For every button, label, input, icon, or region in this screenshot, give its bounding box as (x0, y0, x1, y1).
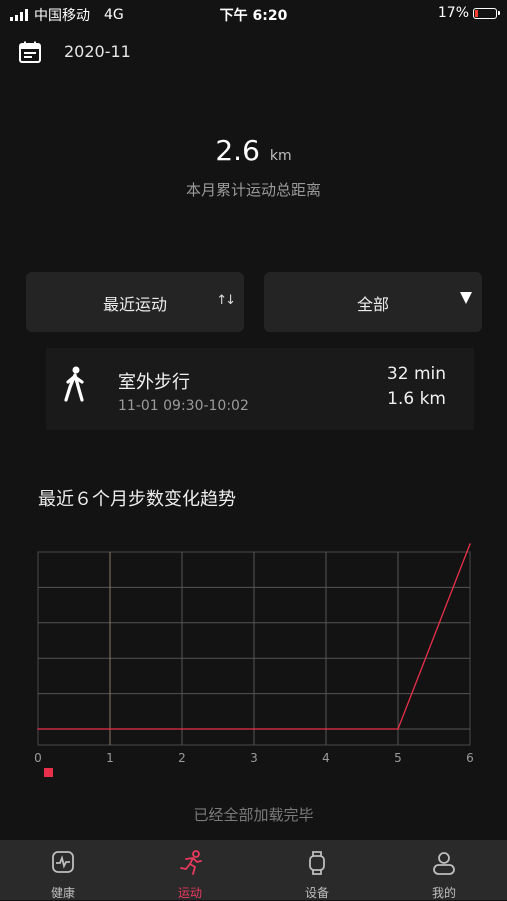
x-tick-label: 2 (178, 751, 186, 765)
walking-icon (64, 366, 84, 402)
total-distance-unit: km (269, 148, 292, 164)
watch-icon (309, 851, 325, 875)
tab-profile[interactable]: 我的 (381, 840, 507, 900)
month-selector[interactable]: 2020-11 (64, 42, 131, 61)
activity-duration: 32 min (386, 364, 446, 384)
activity-time: 11-01 09:30-10:02 (118, 398, 249, 414)
series-point (469, 543, 471, 545)
bottom-tab-bar: 健康 运动 设备 我的 (0, 840, 507, 900)
tab-device-label: 设备 (304, 886, 329, 900)
monthly-summary: 2.6 km 本月累计运动总距离 (0, 134, 507, 200)
status-bar: 中国移动 4G 下午 6:20 17% (0, 0, 507, 28)
tab-health-label: 健康 (50, 886, 75, 900)
battery-icon (473, 7, 500, 19)
x-tick-label: 0 (34, 751, 42, 765)
activity-distance: 1.6 km (387, 389, 446, 409)
series-point (181, 728, 183, 730)
sort-filter-button[interactable]: 最近运动 ↑↓ (26, 272, 244, 332)
total-distance-value: 2.6 (215, 134, 260, 167)
activity-title: 室外步行 (118, 372, 190, 393)
sort-arrows-icon: ↑↓ (216, 293, 236, 308)
x-tick-label: 3 (250, 751, 258, 765)
header: 2020-11 (0, 36, 507, 68)
dropdown-triangle-icon (460, 292, 472, 304)
series-point (397, 728, 399, 730)
running-icon (180, 850, 202, 875)
total-distance-label: 本月累计运动总距离 (185, 181, 321, 199)
load-complete-text: 已经全部加载完毕 (193, 806, 314, 824)
x-tick-label: 4 (322, 751, 330, 765)
tab-device[interactable]: 设备 (254, 840, 380, 900)
x-tick-label: 1 (106, 751, 114, 765)
series-point (325, 728, 327, 730)
type-filter-dropdown[interactable]: 全部 (264, 272, 482, 332)
x-tick-label: 6 (466, 751, 474, 765)
tab-sport-label: 运动 (177, 886, 202, 900)
tab-health[interactable]: 健康 (0, 840, 126, 900)
series-point (37, 728, 39, 730)
type-filter-label: 全部 (356, 295, 389, 314)
calendar-icon[interactable] (18, 40, 42, 64)
activity-record[interactable]: 室外步行 11-01 09:30-10:02 32 min 1.6 km (46, 348, 474, 430)
tab-sport[interactable]: 运动 (127, 840, 253, 900)
chart-title: 最近６个月步数变化趋势 (38, 489, 236, 510)
x-tick-label: 5 (394, 751, 402, 765)
battery-percent: 17% (437, 5, 469, 21)
steps-trend-chart: 0 1 2 3 4 5 6 (34, 543, 474, 777)
series-point (253, 728, 255, 730)
profile-icon (433, 852, 455, 875)
heart-rate-icon (52, 851, 74, 873)
sort-filter-label: 最近运动 (102, 295, 167, 314)
clock: 下午 6:20 (219, 8, 288, 24)
tab-profile-label: 我的 (431, 886, 456, 900)
series-point (109, 728, 111, 730)
legend-swatch (44, 768, 53, 777)
